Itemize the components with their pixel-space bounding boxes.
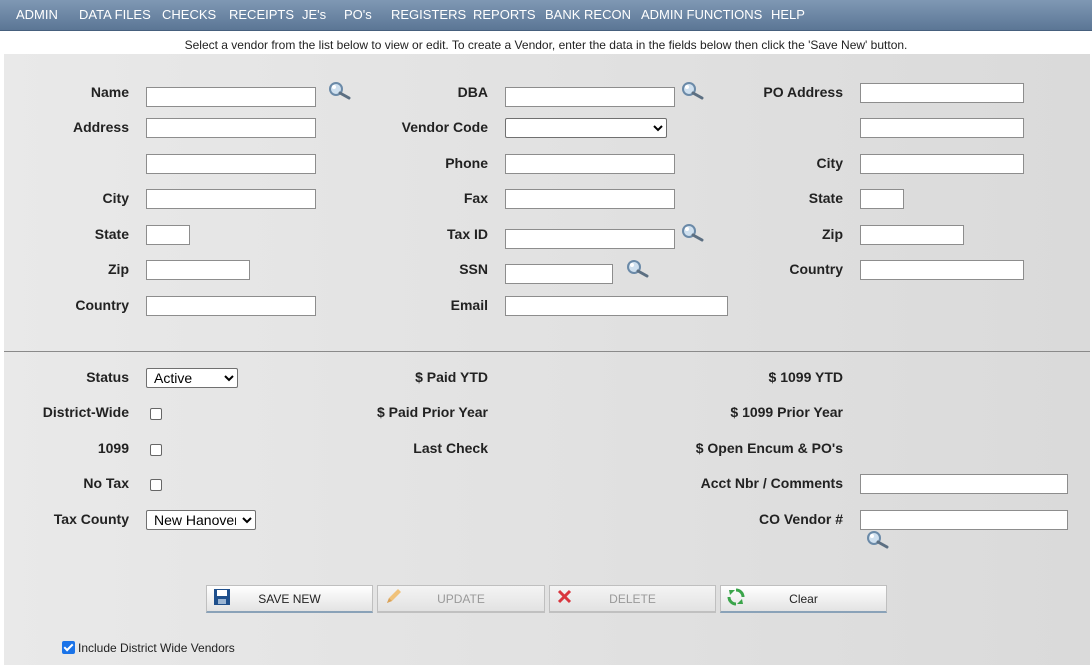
- menu-help[interactable]: HELP: [771, 0, 805, 30]
- paid-ytd-label: $ Paid YTD: [415, 369, 488, 385]
- co-vendor-input[interactable]: [860, 510, 1068, 530]
- po-address-label: PO Address: [763, 84, 843, 100]
- menu-bar: ADMIN DATA FILES CHECKS RECEIPTS JE's PO…: [0, 0, 1092, 31]
- ssn-input[interactable]: [505, 264, 613, 284]
- zip-label: Zip: [108, 261, 129, 277]
- po-address-line2-input[interactable]: [860, 118, 1024, 138]
- email-input[interactable]: [505, 296, 728, 316]
- tax-id-input[interactable]: [505, 229, 675, 249]
- menu-bank-recon[interactable]: BANK RECON: [545, 0, 631, 30]
- district-wide-label: District-Wide: [42, 404, 129, 420]
- po-country-label: Country: [789, 261, 843, 277]
- clear-button[interactable]: Clear: [720, 585, 887, 613]
- po-zip-input[interactable]: [860, 225, 964, 245]
- email-label: Email: [450, 297, 488, 313]
- menu-reports[interactable]: REPORTS: [473, 0, 536, 30]
- tax-county-select[interactable]: New Hanover: [146, 510, 256, 530]
- country-input[interactable]: [146, 296, 316, 316]
- vendor-code-label: Vendor Code: [401, 119, 488, 135]
- name-search-icon[interactable]: [327, 81, 353, 101]
- zip-input[interactable]: [146, 260, 250, 280]
- menu-data-files[interactable]: DATA FILES: [79, 0, 151, 30]
- update-label: UPDATE: [437, 592, 485, 606]
- po-state-input[interactable]: [860, 189, 904, 209]
- clear-label: Clear: [789, 592, 818, 606]
- menu-admin[interactable]: ADMIN: [16, 0, 58, 30]
- fax-input[interactable]: [505, 189, 675, 209]
- district-wide-checkbox[interactable]: [150, 408, 162, 420]
- po-city-input[interactable]: [860, 154, 1024, 174]
- update-button[interactable]: UPDATE: [377, 585, 545, 613]
- ssn-search-icon[interactable]: [625, 259, 651, 279]
- country-label: Country: [75, 297, 129, 313]
- co-vendor-label: CO Vendor #: [758, 511, 843, 527]
- city-input[interactable]: [146, 189, 316, 209]
- po-zip-label: Zip: [822, 226, 843, 242]
- vendor-form-panel: [4, 54, 1090, 665]
- state-label: State: [94, 226, 129, 242]
- fax-label: Fax: [463, 190, 488, 206]
- status-select[interactable]: Active: [146, 368, 238, 388]
- x-icon: [557, 589, 572, 604]
- po-country-input[interactable]: [860, 260, 1024, 280]
- dba-label: DBA: [457, 84, 488, 100]
- open-encum-label: $ Open Encum & PO's: [695, 440, 843, 456]
- po-city-label: City: [816, 155, 843, 171]
- refresh-icon: [727, 588, 745, 606]
- prior-1099-label: $ 1099 Prior Year: [730, 404, 843, 420]
- phone-label: Phone: [445, 155, 488, 171]
- po-address-line1-input[interactable]: [860, 83, 1024, 103]
- menu-checks[interactable]: CHECKS: [162, 0, 216, 30]
- delete-label: DELETE: [609, 592, 656, 606]
- include-district-wide-label: Include District Wide Vendors: [78, 641, 235, 655]
- acct-nbr-input[interactable]: [860, 474, 1068, 494]
- co-vendor-search-icon[interactable]: [865, 530, 891, 550]
- menu-admin-functions[interactable]: ADMIN FUNCTIONS: [641, 0, 762, 30]
- acct-nbr-label: Acct Nbr / Comments: [700, 475, 843, 491]
- menu-jes[interactable]: JE's: [302, 0, 326, 30]
- menu-registers[interactable]: REGISTERS: [391, 0, 466, 30]
- floppy-icon: [214, 589, 230, 605]
- phone-input[interactable]: [505, 154, 675, 174]
- dba-search-icon[interactable]: [680, 81, 706, 101]
- name-label: Name: [90, 84, 129, 100]
- menu-pos[interactable]: PO's: [344, 0, 372, 30]
- tax-id-label: Tax ID: [447, 226, 488, 242]
- section-divider: [4, 351, 1090, 352]
- delete-button[interactable]: DELETE: [549, 585, 716, 613]
- f1099-label: 1099: [97, 440, 129, 456]
- f1099-checkbox[interactable]: [150, 444, 162, 456]
- no-tax-checkbox[interactable]: [150, 479, 162, 491]
- no-tax-label: No Tax: [83, 475, 129, 491]
- tax-county-label: Tax County: [53, 511, 129, 527]
- ssn-label: SSN: [459, 261, 488, 277]
- save-new-label: SAVE NEW: [258, 592, 321, 606]
- instructions-text: Select a vendor from the list below to v…: [184, 38, 908, 52]
- pencil-icon: [387, 589, 401, 603]
- ytd-1099-label: $ 1099 YTD: [768, 369, 843, 385]
- save-new-button[interactable]: SAVE NEW: [206, 585, 373, 613]
- address-line2-input[interactable]: [146, 154, 316, 174]
- paid-prior-year-label: $ Paid Prior Year: [376, 404, 488, 420]
- city-label: City: [102, 190, 129, 206]
- tax-id-search-icon[interactable]: [680, 223, 706, 243]
- include-district-wide-checkbox[interactable]: [62, 641, 75, 654]
- name-input[interactable]: [146, 87, 316, 107]
- vendor-code-select[interactable]: [505, 118, 667, 138]
- po-state-label: State: [808, 190, 843, 206]
- state-input[interactable]: [146, 225, 190, 245]
- menu-receipts[interactable]: RECEIPTS: [229, 0, 294, 30]
- dba-input[interactable]: [505, 87, 675, 107]
- address-line1-input[interactable]: [146, 118, 316, 138]
- last-check-label: Last Check: [413, 440, 488, 456]
- address-label: Address: [72, 119, 129, 135]
- status-label: Status: [86, 369, 129, 385]
